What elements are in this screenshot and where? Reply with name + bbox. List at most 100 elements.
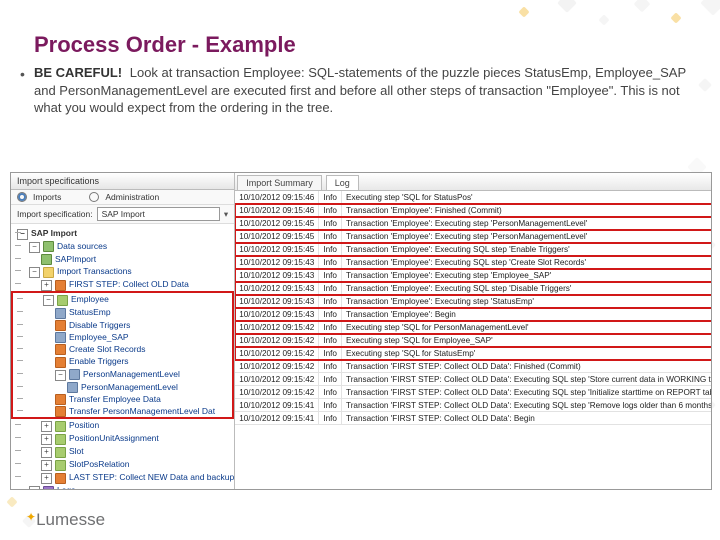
log-cell-message: Executing step 'SQL for Employee_SAP': [342, 334, 713, 347]
log-row[interactable]: 10/10/2012 09:15:43InfoTransaction 'Empl…: [235, 269, 712, 282]
right-tabs: Import Summary Log: [235, 173, 712, 191]
log-row[interactable]: 10/10/2012 09:15:42InfoTransaction 'FIRS…: [235, 373, 712, 386]
log-row[interactable]: 10/10/2012 09:15:42InfoTransaction 'FIRS…: [235, 386, 712, 399]
log-row[interactable]: 10/10/2012 09:15:43InfoTransaction 'Empl…: [235, 256, 712, 269]
tree-create-slot-records[interactable]: Create Slot Records: [13, 343, 232, 355]
log-cell-time: 10/10/2012 09:15:46: [235, 191, 319, 204]
tree-employee-sap[interactable]: Employee_SAP: [13, 331, 232, 343]
log-row[interactable]: 10/10/2012 09:15:46InfoExecuting step 'S…: [235, 191, 712, 204]
transaction-icon: [55, 434, 66, 445]
log-cell-message: Transaction 'Employee': Executing SQL st…: [342, 282, 713, 295]
log-row[interactable]: 10/10/2012 09:15:42InfoExecuting step 'S…: [235, 347, 712, 360]
sql-icon: [55, 473, 66, 484]
log-cell-message: Transaction 'Employee': Executing step '…: [342, 295, 713, 308]
log-cell-level: Info: [319, 295, 342, 308]
puzzle-icon: [67, 382, 78, 393]
log-row[interactable]: 10/10/2012 09:15:43InfoTransaction 'Empl…: [235, 295, 712, 308]
tree-pml-child[interactable]: PersonManagementLevel: [13, 381, 232, 393]
tree-first-step[interactable]: +FIRST STEP: Collect OLD Data: [11, 278, 234, 291]
log-row[interactable]: 10/10/2012 09:15:46InfoTransaction 'Empl…: [235, 204, 712, 217]
log-cell-level: Info: [319, 321, 342, 334]
log-row[interactable]: 10/10/2012 09:15:43InfoTransaction 'Empl…: [235, 282, 712, 295]
log-row[interactable]: 10/10/2012 09:15:43InfoTransaction 'Empl…: [235, 308, 712, 321]
log-cell-level: Info: [319, 204, 342, 217]
log-cell-level: Info: [319, 373, 342, 386]
tab-import-summary[interactable]: Import Summary: [237, 175, 322, 190]
log-cell-message: Executing step 'SQL for PersonManagement…: [342, 321, 713, 334]
spec-dropdown[interactable]: SAP Import: [97, 207, 220, 221]
tree-disable-triggers[interactable]: Disable Triggers: [13, 319, 232, 331]
log-cell-level: Info: [319, 217, 342, 230]
log-cell-message: Transaction 'Employee': Begin: [342, 308, 713, 321]
log-cell-message: Transaction 'FIRST STEP: Collect OLD Dat…: [342, 412, 713, 425]
log-cell-message: Transaction 'Employee': Executing SQL st…: [342, 256, 713, 269]
tree-enable-triggers[interactable]: Enable Triggers: [13, 355, 232, 367]
tree-logs[interactable]: −Logs: [11, 484, 234, 489]
log-cell-message: Transaction 'Employee': Executing step '…: [342, 230, 713, 243]
radio-imports[interactable]: [17, 192, 27, 202]
sql-icon: [55, 406, 66, 417]
tree-statusemp[interactable]: StatusEmp: [13, 306, 232, 318]
log-cell-level: Info: [319, 230, 342, 243]
log-row[interactable]: 10/10/2012 09:15:45InfoTransaction 'Empl…: [235, 230, 712, 243]
sql-icon: [55, 394, 66, 405]
bullet-marker: •: [20, 66, 25, 82]
log-cell-level: Info: [319, 243, 342, 256]
log-row[interactable]: 10/10/2012 09:15:41InfoTransaction 'FIRS…: [235, 399, 712, 412]
radio-admin-label: Administration: [105, 192, 159, 202]
dropdown-arrow-icon[interactable]: ▾: [224, 209, 228, 220]
spark-icon: ✦: [26, 510, 36, 524]
transaction-icon: [57, 295, 68, 306]
log-cell-message: Transaction 'Employee': Executing step '…: [342, 269, 713, 282]
database-icon: [41, 254, 52, 265]
tree-root[interactable]: −SAP Import: [11, 227, 234, 240]
tree-transactions[interactable]: −Import Transactions: [11, 265, 234, 278]
log-cell-time: 10/10/2012 09:15:42: [235, 360, 319, 373]
tree-position[interactable]: +Position: [11, 419, 234, 432]
log-cell-level: Info: [319, 347, 342, 360]
left-pane: Import specifications Imports Administra…: [11, 173, 235, 489]
tree-pua[interactable]: +PositionUnitAssignment: [11, 432, 234, 445]
log-cell-time: 10/10/2012 09:15:45: [235, 230, 319, 243]
log-row[interactable]: 10/10/2012 09:15:45InfoTransaction 'Empl…: [235, 217, 712, 230]
log-cell-time: 10/10/2012 09:15:46: [235, 204, 319, 217]
tree-transfer-pml[interactable]: Transfer PersonManagementLevel Dat: [13, 405, 232, 417]
log-cell-time: 10/10/2012 09:15:41: [235, 412, 319, 425]
tree-last-step[interactable]: +LAST STEP: Collect NEW Data and backup: [11, 471, 234, 484]
tree-employee-highlight: −Employee StatusEmp Disable Triggers Emp…: [11, 291, 234, 419]
log-cell-level: Info: [319, 399, 342, 412]
tree-spr[interactable]: +SlotPosRelation: [11, 458, 234, 471]
tree-slot[interactable]: +Slot: [11, 445, 234, 458]
log-row[interactable]: 10/10/2012 09:15:42InfoTransaction 'FIRS…: [235, 360, 712, 373]
log-cell-level: Info: [319, 360, 342, 373]
transaction-icon: [55, 460, 66, 471]
radio-admin[interactable]: [89, 192, 99, 202]
log-cell-time: 10/10/2012 09:15:41: [235, 399, 319, 412]
import-tree[interactable]: −SAP Import −Data sources SAPImport −Imp…: [11, 224, 234, 489]
left-header: Import specifications: [11, 173, 234, 190]
puzzle-icon: [55, 332, 66, 343]
tree-pml[interactable]: −PersonManagementLevel: [13, 368, 232, 381]
log-icon: [43, 486, 54, 490]
log-cell-time: 10/10/2012 09:15:45: [235, 243, 319, 256]
log-cell-level: Info: [319, 191, 342, 204]
log-cell-time: 10/10/2012 09:15:43: [235, 308, 319, 321]
transaction-icon: [55, 447, 66, 458]
log-grid[interactable]: 10/10/2012 09:15:46InfoExecuting step 'S…: [235, 191, 712, 489]
tree-datasources[interactable]: −Data sources: [11, 240, 234, 253]
log-cell-level: Info: [319, 308, 342, 321]
log-row[interactable]: 10/10/2012 09:15:45InfoTransaction 'Empl…: [235, 243, 712, 256]
log-cell-message: Transaction 'Employee': Executing SQL st…: [342, 243, 713, 256]
log-row[interactable]: 10/10/2012 09:15:41InfoTransaction 'FIRS…: [235, 412, 712, 425]
log-cell-message: Executing step 'SQL for StatusEmp': [342, 347, 713, 360]
tree-ds-sapimport[interactable]: SAPImport: [11, 253, 234, 265]
body-lead: BE CAREFUL!: [34, 65, 122, 80]
radio-imports-label: Imports: [33, 192, 61, 202]
log-row[interactable]: 10/10/2012 09:15:42InfoExecuting step 'S…: [235, 321, 712, 334]
log-cell-message: Executing step 'SQL for StatusPos': [342, 191, 713, 204]
log-cell-level: Info: [319, 269, 342, 282]
tree-transfer-emp[interactable]: Transfer Employee Data: [13, 393, 232, 405]
log-row[interactable]: 10/10/2012 09:15:42InfoExecuting step 'S…: [235, 334, 712, 347]
tree-employee[interactable]: −Employee: [13, 293, 232, 306]
tab-log[interactable]: Log: [326, 175, 359, 190]
